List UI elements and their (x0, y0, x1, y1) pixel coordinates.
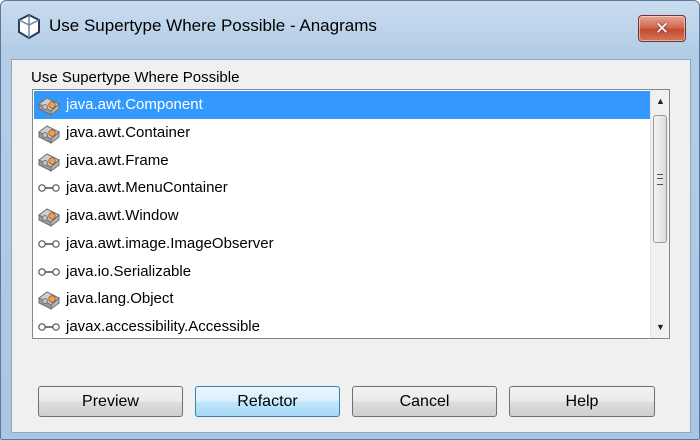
class-icon (37, 288, 61, 311)
preview-button[interactable]: Preview (38, 386, 183, 417)
list-item[interactable]: javax.accessibility.Accessible (34, 313, 650, 337)
list-item[interactable]: java.awt.Component (34, 91, 650, 119)
dialog-body: Use Supertype Where Possible java.awt.Co… (11, 59, 691, 433)
list-item-label: java.io.Serializable (66, 262, 192, 280)
list-item-label: javax.accessibility.Accessible (66, 318, 260, 335)
list-item-label: java.awt.Component (66, 96, 203, 113)
list-item[interactable]: java.awt.image.ImageObserver (34, 230, 650, 258)
list-item[interactable]: java.awt.MenuContainer (34, 174, 650, 202)
list-item-label: java.awt.Window (66, 207, 179, 224)
list-item[interactable]: java.lang.Object (34, 285, 650, 313)
class-icon (37, 205, 61, 227)
scrollbar-thumb[interactable] (653, 115, 667, 243)
interface-icon (37, 177, 61, 199)
vertical-scrollbar[interactable]: ▲ ▼ (650, 90, 669, 338)
list-item[interactable]: java.awt.Window (34, 202, 650, 230)
window-title: Use Supertype Where Possible - Anagrams (49, 16, 377, 35)
dialog-window: Use Supertype Where Possible - Anagrams … (0, 0, 700, 440)
interface-icon (37, 261, 61, 283)
interface-icon (37, 316, 61, 337)
supertype-list[interactable]: java.awt.Component java.awt.Container java… (32, 89, 670, 339)
close-icon: ✕ (654, 19, 670, 38)
list-label: Use Supertype Where Possible (31, 69, 240, 86)
close-button[interactable]: ✕ (638, 15, 686, 42)
list-item-label: java.awt.Container (66, 123, 191, 141)
cancel-button[interactable]: Cancel (352, 386, 497, 417)
list-item-label: java.awt.image.ImageObserver (66, 234, 274, 252)
app-icon (18, 13, 40, 40)
list-item-label: java.awt.Frame (66, 151, 169, 169)
list-item[interactable]: java.awt.Frame (34, 147, 650, 175)
class-icon (37, 122, 61, 144)
list-item-label: java.awt.MenuContainer (66, 179, 228, 197)
list-items: java.awt.Component java.awt.Container java… (34, 91, 650, 337)
list-item[interactable]: java.awt.Container (34, 119, 650, 147)
list-item-label: java.lang.Object (66, 290, 174, 308)
list-item[interactable]: java.io.Serializable (34, 258, 650, 286)
interface-icon (37, 233, 61, 255)
refactor-button[interactable]: Refactor (195, 386, 340, 417)
scroll-up-arrow-icon[interactable]: ▲ (651, 92, 669, 110)
grip-icon (657, 174, 663, 185)
help-button[interactable]: Help (509, 386, 655, 417)
scroll-down-arrow-icon[interactable]: ▼ (651, 318, 669, 336)
class-icon (37, 94, 61, 116)
class-icon (37, 150, 61, 172)
title-bar[interactable]: Use Supertype Where Possible - Anagrams … (1, 1, 699, 59)
